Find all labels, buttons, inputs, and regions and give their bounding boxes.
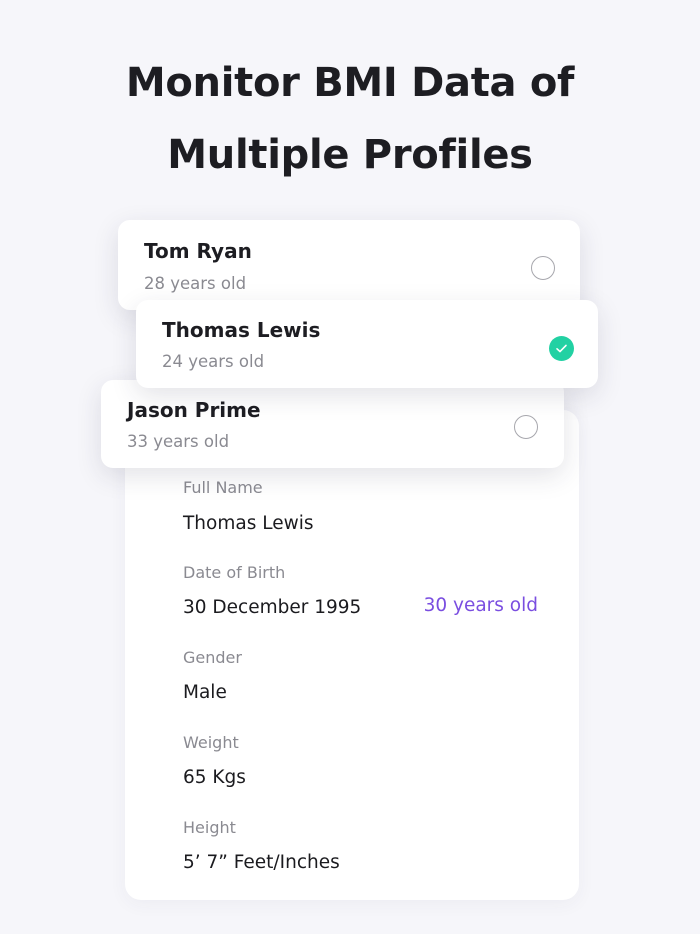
gender-label: Gender xyxy=(183,648,242,667)
profile-age: 33 years old xyxy=(127,432,230,451)
computed-age-text: 30 years old xyxy=(423,595,538,616)
weight-label: Weight xyxy=(183,733,239,752)
profile-name: Tom Ryan xyxy=(144,239,252,263)
date-of-birth-value: 30 December 1995 xyxy=(183,597,362,618)
weight-value: 65 Kgs xyxy=(183,767,246,788)
headline-line-2: Multiple Profiles xyxy=(167,132,533,178)
profile-name: Thomas Lewis xyxy=(162,318,321,342)
date-of-birth-label: Date of Birth xyxy=(183,563,286,582)
gender-value: Male xyxy=(183,682,227,703)
headline-line-1: Monitor BMI Data of xyxy=(125,60,575,106)
height-label: Height xyxy=(183,818,236,837)
radio-unselected-icon[interactable] xyxy=(531,256,555,280)
profile-age: 24 years old xyxy=(162,352,265,371)
full-name-label: Full Name xyxy=(183,478,263,497)
profile-name: Jason Prime xyxy=(127,398,261,422)
full-name-value: Thomas Lewis xyxy=(183,513,314,534)
profile-card-thomas-lewis[interactable]: Thomas Lewis 24 years old xyxy=(136,300,598,388)
radio-unselected-icon[interactable] xyxy=(514,415,538,439)
height-value: 5’ 7” Feet/Inches xyxy=(183,852,340,873)
profile-card-jason-prime[interactable]: Jason Prime 33 years old xyxy=(101,380,564,468)
checkmark-icon[interactable] xyxy=(549,336,574,361)
profile-card-tom-ryan[interactable]: Tom Ryan 28 years old xyxy=(118,220,580,310)
profile-age: 28 years old xyxy=(144,274,247,293)
